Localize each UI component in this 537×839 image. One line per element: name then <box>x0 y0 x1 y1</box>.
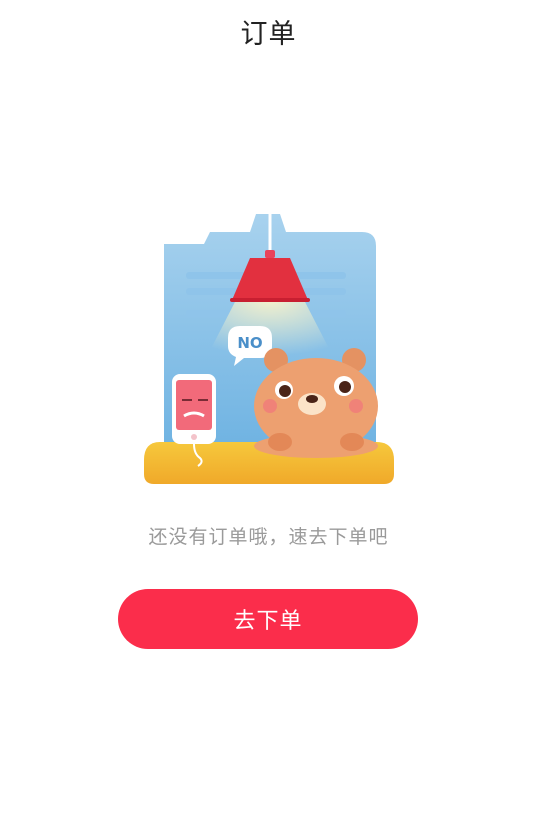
go-order-button[interactable]: 去下单 <box>118 589 418 649</box>
speech-bubble-text: NO <box>237 334 262 352</box>
lamp-rim <box>230 298 310 302</box>
go-order-button-label: 去下单 <box>233 609 303 634</box>
bear-character <box>254 348 378 458</box>
empty-state-message: 还没有订单哦，速去下单吧 <box>148 526 389 548</box>
illustration-graphic: NO <box>144 214 394 484</box>
empty-orders-illustration: NO <box>140 210 398 492</box>
page-header: 订单 <box>0 0 537 62</box>
page-title: 订单 <box>240 18 297 50</box>
lamp-cap <box>265 250 275 258</box>
